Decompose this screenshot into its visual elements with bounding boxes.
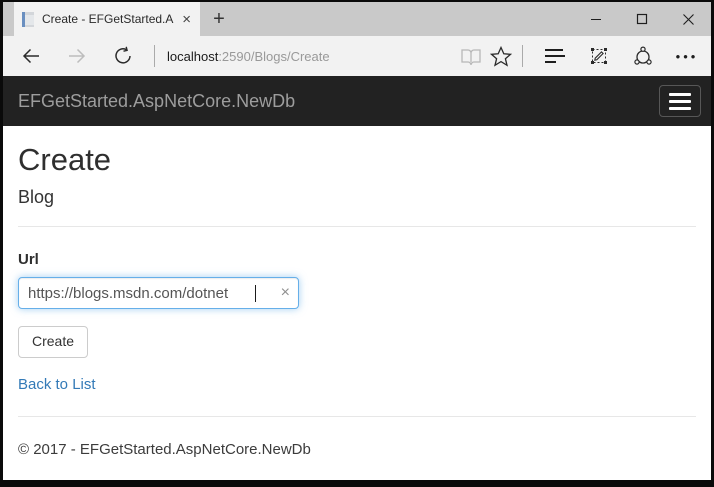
titlebar-drag-area <box>238 2 573 36</box>
address-separator <box>154 45 155 67</box>
maximize-button[interactable] <box>619 2 665 36</box>
blog-url-input[interactable] <box>18 277 299 309</box>
tab-close-icon[interactable]: × <box>180 12 193 27</box>
page-title: Create <box>18 142 696 178</box>
footer-divider <box>18 416 696 417</box>
web-note-pen-icon <box>589 46 609 66</box>
hub-icon <box>545 49 565 63</box>
back-arrow-icon <box>21 47 41 65</box>
star-icon <box>490 46 512 67</box>
text-caret <box>255 285 256 302</box>
url-field-label: Url <box>18 251 696 268</box>
page-subtitle: Blog <box>18 186 696 208</box>
address-bar: localhost:2590/Blogs/Create <box>3 36 711 76</box>
site-navbar: EFGetStarted.AspNetCore.NewDb <box>3 76 711 126</box>
hamburger-icon <box>669 93 691 96</box>
url-input[interactable]: localhost:2590/Blogs/Create <box>167 49 456 64</box>
titlebar: Create - EFGetStarted.A × + <box>3 2 711 36</box>
favorites-star-button[interactable] <box>486 36 516 76</box>
share-button[interactable] <box>621 36 665 76</box>
navbar-brand-link[interactable]: EFGetStarted.AspNetCore.NewDb <box>18 91 295 112</box>
navbar-toggle-button[interactable] <box>659 85 701 117</box>
refresh-icon <box>113 46 133 66</box>
browser-tab[interactable]: Create - EFGetStarted.A × <box>14 2 200 36</box>
reading-view-book-icon <box>460 47 482 65</box>
clear-input-icon[interactable]: × <box>281 283 290 303</box>
url-input-wrapper: × <box>18 277 299 309</box>
maximize-icon <box>636 13 648 25</box>
url-host: localhost <box>167 49 218 64</box>
close-window-button[interactable] <box>665 2 711 36</box>
forward-arrow-icon <box>67 47 87 65</box>
new-tab-button[interactable]: + <box>200 2 238 36</box>
reading-view-button[interactable] <box>456 36 486 76</box>
back-to-list-link[interactable]: Back to List <box>18 376 96 393</box>
hub-button[interactable] <box>533 36 577 76</box>
ellipsis-icon: ••• <box>676 49 699 64</box>
divider <box>18 226 696 227</box>
browser-window: Create - EFGetStarted.A × + <box>0 0 714 487</box>
minimize-icon <box>590 13 602 25</box>
refresh-button[interactable] <box>100 36 146 76</box>
tab-title: Create - EFGetStarted.A <box>42 12 180 26</box>
page-favicon-icon <box>22 12 34 27</box>
toolbar-separator <box>522 45 523 67</box>
footer-copyright: © 2017 - EFGetStarted.AspNetCore.NewDb <box>18 441 696 458</box>
minimize-button[interactable] <box>573 2 619 36</box>
close-icon <box>682 13 695 26</box>
forward-button[interactable] <box>54 36 100 76</box>
share-icon <box>632 46 654 66</box>
web-note-button[interactable] <box>577 36 621 76</box>
url-path: :2590/Blogs/Create <box>218 49 329 64</box>
page-content: Create Blog Url × Create Back to List © … <box>3 126 711 480</box>
more-actions-button[interactable]: ••• <box>665 36 709 76</box>
back-button[interactable] <box>8 36 54 76</box>
create-submit-button[interactable]: Create <box>18 326 88 358</box>
